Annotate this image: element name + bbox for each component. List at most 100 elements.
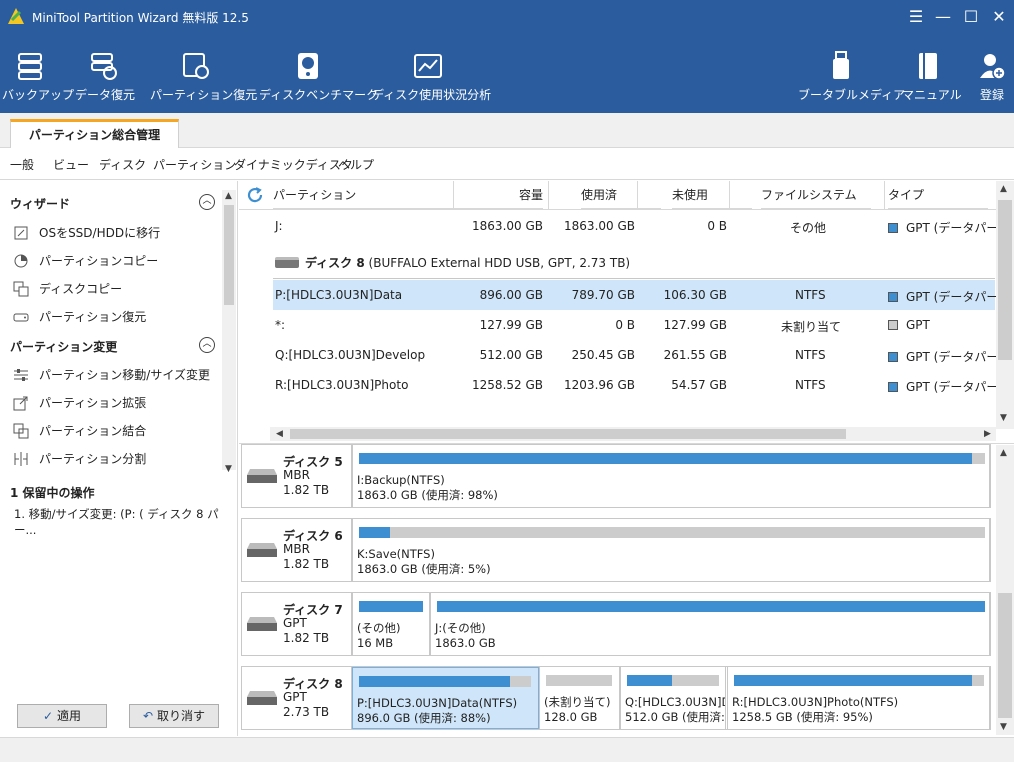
partition-block-selected[interactable]: P:[HDLC3.0U3N]Data(NTFS) 896.0 GB (使用済: 8… [352,667,539,729]
disk-benchmark-button[interactable]: ディスクベンチマーク [259,48,378,103]
partition-type-swatch [888,292,898,302]
bootable-media-button[interactable]: ブータブルメディア [798,48,905,103]
disk-map-scroll-thumb[interactable] [998,593,1012,718]
partition-size: 1863.0 GB (使用済: 98%) [357,488,498,502]
disk-map-row[interactable]: ディスク 6 MBR 1.82 TB K:Save(NTFS) 1863.0 GB… [241,518,991,582]
sidebar-item-merge[interactable]: パーティション結合 [12,422,146,439]
scroll-up-arrow-icon[interactable]: ▲ [1000,448,1007,458]
sidebar-item-move-resize[interactable]: パーティション移動/サイズ変更 [12,366,210,383]
menu-help[interactable]: ヘルプ [338,156,374,173]
table-row[interactable]: R:[HDLC3.0U3N]Photo 1258.52 GB 1203.96 G… [273,370,1014,400]
disk-map-row[interactable]: ディスク 7 GPT 1.82 TB (その他) 16 MB J:(その他) 186… [241,592,991,656]
table-row[interactable]: Q:[HDLC3.0U3N]Develop 512.00 GB 250.45 G… [273,340,1014,370]
partition-block[interactable]: (未割り当て) 128.0 GB [539,667,620,729]
cell-partition: *: [275,318,286,332]
sidebar-item-copy-disk[interactable]: ディスクコピー [12,280,122,297]
partition-recovery-button[interactable]: パーティション復元 [150,48,257,103]
scroll-up-arrow-icon[interactable]: ▲ [1000,184,1007,194]
sidebar-item-split[interactable]: パーティション分割 [12,450,146,467]
disk-info[interactable]: ディスク 6 MBR 1.82 TB [242,519,352,581]
sidebar-item-label: パーティション復元 [39,310,147,324]
header-type[interactable]: タイプ [888,181,988,209]
sidebar-item-label: パーティション拡張 [39,396,147,410]
minimize-button[interactable]: — [932,6,954,28]
cell-unused: 261.55 GB [663,348,727,362]
left-panel-scroll-thumb[interactable] [224,205,234,305]
partition-block[interactable]: J:(その他) 1863.0 GB [430,593,990,655]
data-recovery-button[interactable]: データ復元 [75,48,135,103]
table-row[interactable]: P:[HDLC3.0U3N]Data 896.00 GB 789.70 GB 1… [273,280,1014,310]
wizard-collapse-icon[interactable]: ︿ [199,194,215,210]
usage-bar-fill [359,527,391,538]
header-capacity[interactable]: 容量 [453,181,543,209]
disk-info[interactable]: ディスク 5 MBR 1.82 TB [242,445,352,507]
pending-operation-item[interactable]: 1. 移動/サイズ変更: (P: ( ディスク 8 パー... [14,506,237,538]
table-vertical-scroll-thumb[interactable] [998,200,1012,360]
apply-button[interactable]: ✓ 適用 [17,704,107,728]
scroll-right-arrow-icon[interactable]: ▶ [984,429,991,439]
partition-type-swatch [888,223,898,233]
disk-group-row[interactable]: ディスク 8 (BUFFALO External HDD USB, GPT, 2… [273,246,995,276]
disk-info[interactable]: ディスク 7 GPT 1.82 TB [242,593,352,655]
partition-block[interactable]: R:[HDLC3.0U3N]Photo(NTFS) 1258.5 GB (使用済:… [727,667,990,729]
disk-map-row[interactable]: ディスク 8 GPT 2.73 TB P:[HDLC3.0U3N]Data(NT… [241,666,991,730]
sidebar-item-extend[interactable]: パーティション拡張 [12,394,146,411]
app-logo-icon [8,8,24,24]
partition-block[interactable]: I:Backup(NTFS) 1863.0 GB (使用済: 98%) [352,445,990,507]
sidebar-item-label: パーティション移動/サイズ変更 [39,368,210,382]
manual-label: マニュアル [902,88,962,102]
disk-size: 1.82 TB [283,483,330,497]
maximize-button[interactable]: ☐ [960,6,982,28]
scroll-down-arrow-icon[interactable]: ▼ [225,464,232,474]
close-button[interactable]: ✕ [988,6,1010,28]
partition-change-collapse-icon[interactable]: ︿ [199,337,215,353]
disk-map-row[interactable]: ディスク 5 MBR 1.82 TB I:Backup(NTFS) 1863.0 … [241,444,991,508]
cell-capacity: 1863.00 GB [472,219,543,233]
usage-bar-fill [734,675,972,686]
register-label: 登録 [979,88,1004,102]
hdd-icon [247,469,277,483]
menu-general[interactable]: 一般 [10,156,34,173]
cell-unused: 0 B [707,219,727,233]
menu-disk[interactable]: ディスク [99,156,146,173]
header-filesystem[interactable]: ファイルシステム [761,181,871,209]
space-analyzer-button[interactable]: ディスク使用状況分析 [372,48,491,103]
scroll-up-arrow-icon[interactable]: ▲ [225,191,232,201]
undo-button[interactable]: ↶ 取り消す [129,704,219,728]
menu-view[interactable]: ビュー [53,156,89,173]
scroll-left-arrow-icon[interactable]: ◀ [276,429,283,439]
partition-name: Q:[HDLC3.0U3N]D [625,695,726,709]
manual-button[interactable]: マニュアル [902,48,962,103]
menu-partition[interactable]: パーティション [153,156,236,173]
cell-filesystem: その他 [790,221,827,235]
partition-block[interactable]: (その他) 16 MB [352,593,430,655]
partition-block[interactable]: Q:[HDLC3.0U3N]D 512.0 GB (使用済: 4 [620,667,726,729]
sidebar-item-copy-partition[interactable]: パーティションコピー [12,252,158,269]
refresh-icon[interactable] [246,186,264,204]
menu-dynamic-disk[interactable]: ダイナミックディスク [234,156,353,173]
tab-partition-management[interactable]: パーティション総合管理 [10,119,179,149]
status-bar [0,737,1014,762]
partition-name: R:[HDLC3.0U3N]Photo(NTFS) [732,695,899,709]
cell-used: 250.45 GB [571,348,635,362]
backup-button[interactable]: バックアップ [2,48,74,103]
move-resize-icon [12,367,30,383]
sidebar-item-migrate-os[interactable]: OSをSSD/HDDに移行 [12,224,160,241]
table-row[interactable]: *: 127.99 GB 0 B 127.99 GB 未割り当て GPT [273,310,995,340]
header-partition[interactable]: パーティション [273,181,453,209]
header-unused[interactable]: 未使用 [672,181,752,209]
scroll-down-arrow-icon[interactable]: ▼ [1000,722,1007,732]
disk-info[interactable]: ディスク 8 GPT 2.73 TB [242,667,352,729]
header-used[interactable]: 使用済 [581,181,661,209]
partition-block[interactable]: K:Save(NTFS) 1863.0 GB (使用済: 5%) [352,519,990,581]
register-button[interactable]: 登録 [972,48,1012,103]
table-horizontal-scroll-thumb[interactable] [290,429,846,439]
merge-icon [12,423,30,439]
menu-icon[interactable]: ☰ [905,6,927,28]
table-row[interactable]: J: 1863.00 GB 1863.00 GB 0 B その他 GPT (デー… [273,211,1014,241]
partition-name: (未割り当て) [544,695,611,709]
partition-recovery-small-icon [12,309,30,325]
sidebar-item-partition-recovery[interactable]: パーティション復元 [12,308,146,325]
usage-bar-fill [437,601,985,612]
scroll-down-arrow-icon[interactable]: ▼ [1000,413,1007,423]
